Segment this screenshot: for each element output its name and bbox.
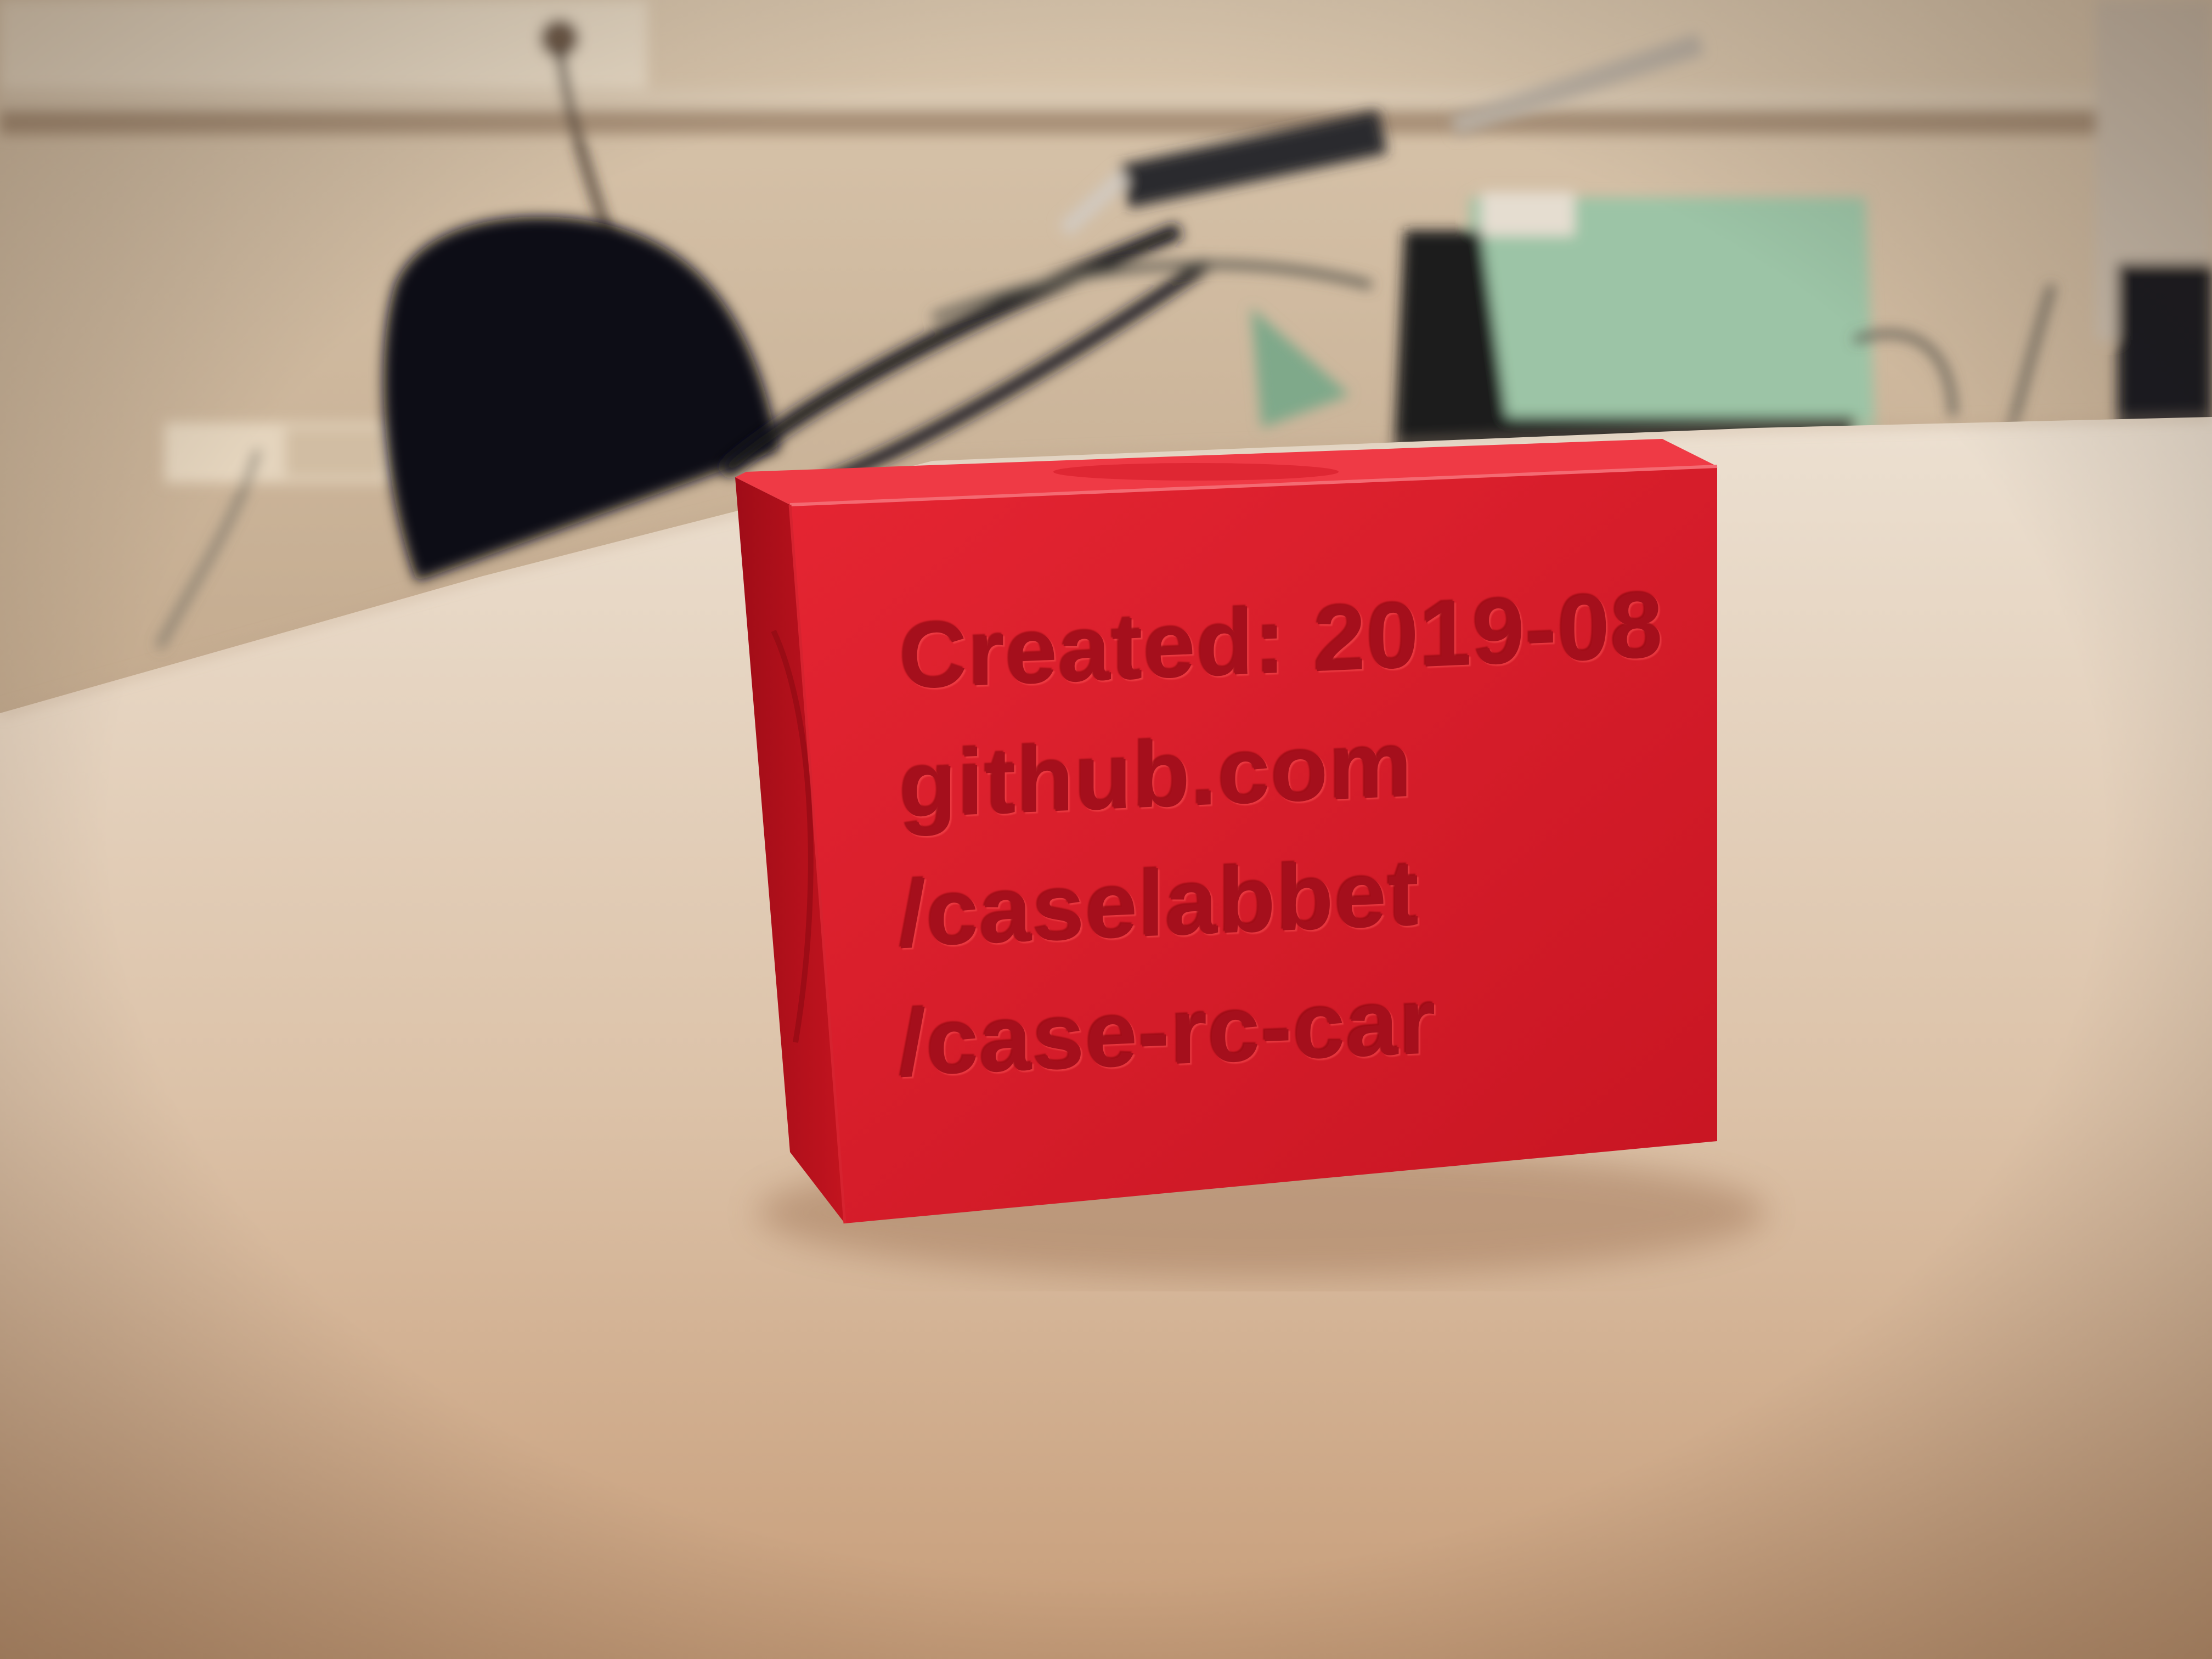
block-engraving: Created: 2019-08 github.com /caselabbet … (900, 558, 1723, 1108)
photo-scene: Created: 2019-08 github.com /caselabbet … (0, 0, 2212, 1659)
